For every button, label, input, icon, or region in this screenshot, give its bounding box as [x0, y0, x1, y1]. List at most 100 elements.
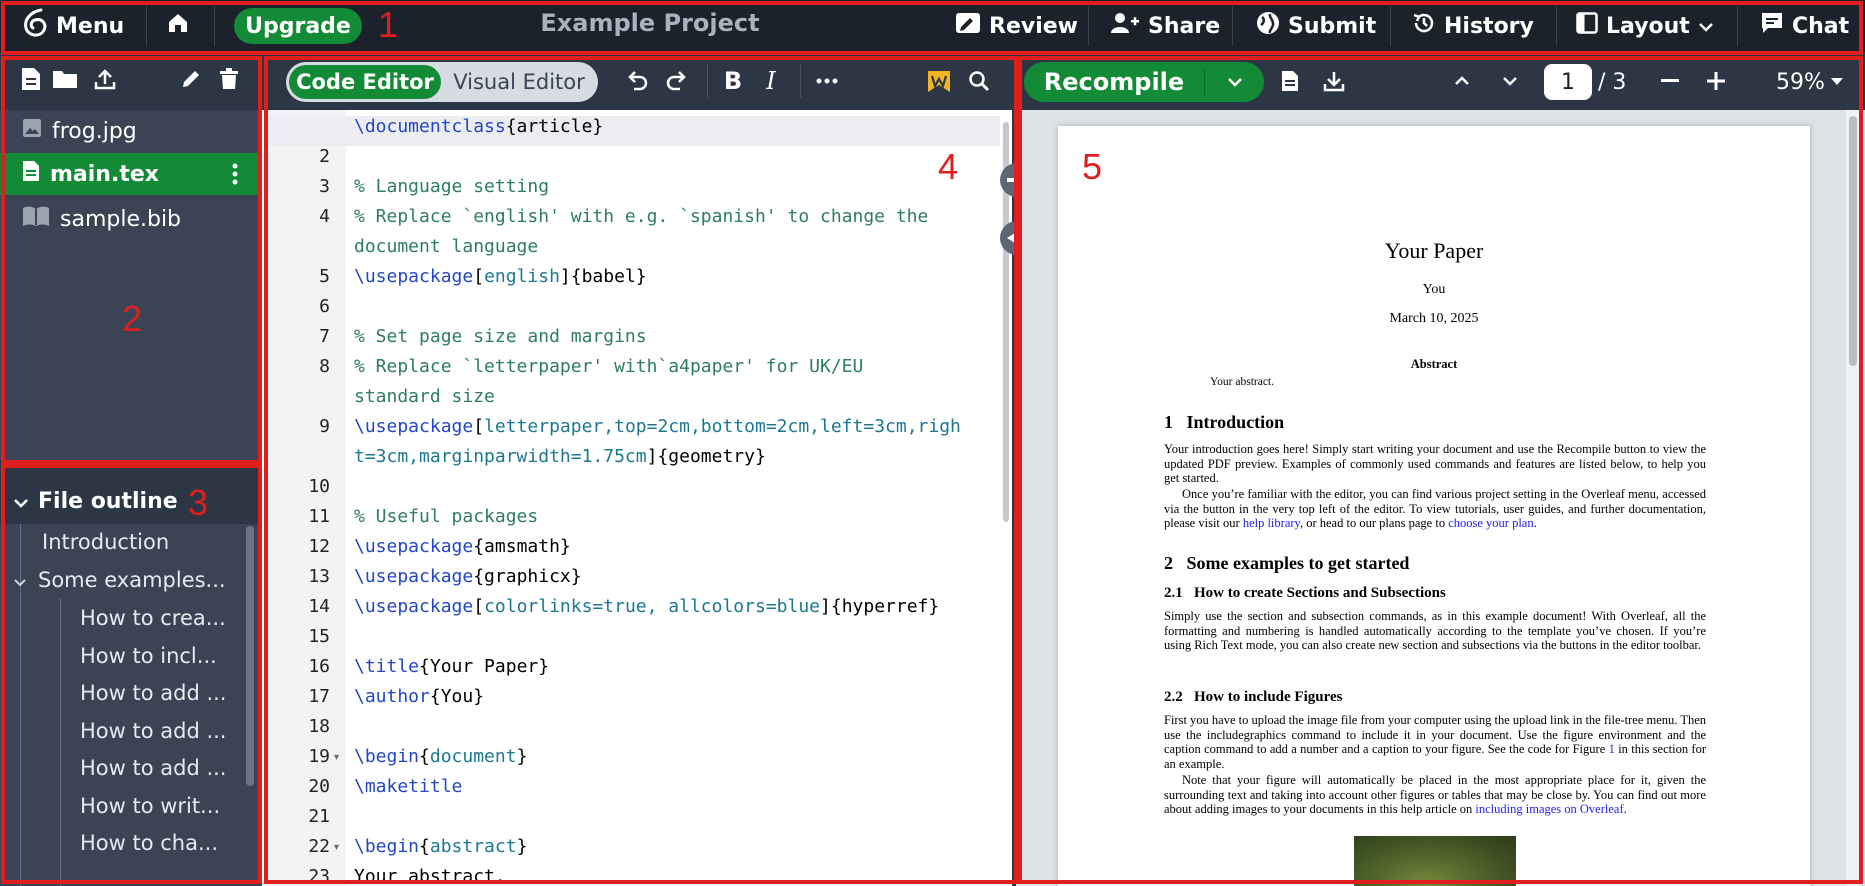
outline-scrollbar[interactable]: [246, 526, 254, 786]
code-token: {Your Paper}: [419, 656, 550, 677]
code-line[interactable]: Your abstract.: [354, 866, 506, 886]
code-token: \documentclass: [354, 116, 506, 137]
choose-plan-link[interactable]: choose your plan: [1448, 516, 1533, 530]
visual-editor-tab[interactable]: Visual Editor: [444, 65, 594, 99]
review-button[interactable]: Review: [955, 0, 1078, 52]
rename-icon[interactable]: [178, 66, 204, 92]
code-line[interactable]: standard size: [354, 386, 495, 407]
fold-toggle-icon[interactable]: ▾: [334, 842, 339, 853]
images-help-link[interactable]: including images on Overleaf: [1475, 802, 1623, 816]
outline-item[interactable]: Introduction: [42, 530, 169, 554]
code-token: \usepackage: [354, 596, 474, 617]
code-token: \maketitle: [354, 776, 463, 797]
view-logs-icon[interactable]: [1276, 66, 1304, 96]
code-line[interactable]: t=3cm,marginparwidth=1.75cm]{geometry}: [354, 446, 766, 467]
code-line[interactable]: \begin{document}: [354, 746, 527, 767]
code-token: \title: [354, 656, 420, 677]
fold-toggle-icon[interactable]: ▾: [334, 752, 339, 763]
menu-button[interactable]: Menu: [22, 0, 124, 52]
outline-item[interactable]: Some examples...: [38, 568, 226, 592]
line-number: 4: [319, 206, 330, 227]
bold-icon[interactable]: B: [718, 66, 748, 96]
writefull-icon[interactable]: [924, 66, 954, 96]
zoom-dropdown[interactable]: 59%: [1776, 64, 1843, 100]
code-line[interactable]: \maketitle: [354, 776, 462, 797]
project-title[interactable]: Example Project: [480, 0, 820, 46]
overleaf-logo-icon: [22, 8, 48, 44]
home-button[interactable]: [166, 0, 190, 52]
file-name: main.tex: [50, 161, 159, 187]
text-run: .: [1533, 516, 1537, 530]
code-token: letterpaper,top=2cm,bottom=2cm,left=3cm,…: [484, 416, 961, 437]
outline-item[interactable]: How to cha...: [80, 831, 218, 855]
outline-item[interactable]: How to add ...: [80, 681, 226, 705]
more-horizontal-icon[interactable]: [812, 66, 842, 96]
redo-icon[interactable]: [662, 66, 692, 96]
code-line[interactable]: % Useful packages: [354, 506, 538, 527]
new-file-icon[interactable]: [18, 66, 44, 92]
upload-icon[interactable]: [92, 66, 118, 92]
outline-item[interactable]: How to incl...: [80, 644, 217, 668]
file-outline-header[interactable]: File outline: [0, 478, 262, 524]
code-line[interactable]: \begin{abstract}: [354, 836, 527, 857]
code-token: abstract: [429, 836, 517, 857]
outline-item[interactable]: How to add ...: [80, 719, 226, 743]
search-icon[interactable]: [964, 66, 994, 96]
subsection-heading: 2.1 How to create Sections and Subsectio…: [1164, 585, 1446, 601]
zoom-out-icon[interactable]: [1656, 66, 1684, 96]
chat-button[interactable]: Chat: [1760, 0, 1849, 52]
annotation-label-4: 4: [938, 146, 959, 187]
history-button[interactable]: History: [1412, 0, 1534, 52]
recompile-group: Recompile: [1024, 62, 1264, 102]
file-item-main-tex[interactable]: main.tex: [0, 153, 258, 195]
code-line[interactable]: \usepackage{amsmath}: [354, 536, 571, 557]
code-line[interactable]: % Replace `letterpaper' with`a4paper' fo…: [354, 356, 863, 377]
code-line[interactable]: \usepackage[colorlinks=true, allcolors=b…: [354, 596, 939, 617]
more-vertical-icon[interactable]: [232, 163, 238, 191]
doc-author: You: [1422, 282, 1446, 297]
line-number: 7: [319, 326, 330, 347]
undo-icon[interactable]: [622, 66, 652, 96]
code-line[interactable]: document language: [354, 236, 538, 257]
code-line[interactable]: % Language setting: [354, 176, 549, 197]
pdf-scrollbar[interactable]: [1849, 116, 1857, 366]
outline-item[interactable]: How to crea...: [80, 606, 226, 630]
submit-button[interactable]: Submit: [1256, 0, 1376, 52]
code-line[interactable]: \author{You}: [354, 686, 484, 707]
outline-item[interactable]: How to writ...: [80, 794, 220, 818]
code-line[interactable]: \title{Your Paper}: [354, 656, 549, 677]
code-editor-tab[interactable]: Code Editor: [289, 65, 441, 99]
italic-icon[interactable]: I: [756, 66, 786, 96]
code-line[interactable]: % Replace `english' with e.g. `spanish' …: [354, 206, 928, 227]
recompile-button[interactable]: Recompile: [1024, 62, 1204, 102]
page-number-input[interactable]: 1: [1544, 64, 1592, 100]
chevron-up-icon[interactable]: [1448, 66, 1476, 96]
paragraph: First you have to upload the image file …: [1164, 713, 1706, 771]
file-item-sample-bib[interactable]: sample.bib: [0, 198, 258, 240]
upgrade-button[interactable]: Upgrade: [234, 8, 362, 44]
line-number: 6: [319, 296, 330, 317]
code-line[interactable]: % Set page size and margins: [354, 326, 647, 347]
recompile-options-button[interactable]: [1206, 62, 1264, 102]
share-button[interactable]: Share: [1110, 0, 1220, 52]
download-icon[interactable]: [1320, 66, 1348, 96]
resize-handle[interactable]: [112, 464, 142, 472]
code-line[interactable]: \usepackage[english]{babel}: [354, 266, 647, 287]
code-token: \author: [354, 686, 430, 707]
layout-dropdown[interactable]: Layout: [1576, 0, 1714, 52]
help-library-link[interactable]: help library: [1243, 516, 1300, 530]
chevron-down-icon[interactable]: [14, 572, 26, 591]
line-number: 18: [308, 716, 330, 737]
chevron-down-icon[interactable]: [1496, 66, 1524, 96]
outline-item[interactable]: How to add ...: [80, 756, 226, 780]
new-folder-icon[interactable]: [52, 66, 78, 92]
file-name: sample.bib: [60, 206, 182, 232]
code-line[interactable]: \usepackage[letterpaper,top=2cm,bottom=2…: [354, 416, 961, 437]
history-icon: [1412, 11, 1436, 41]
code-area[interactable]: \documentclass{article} % Language settin…: [346, 110, 1000, 886]
code-line[interactable]: \documentclass{article}: [354, 116, 603, 137]
trash-icon[interactable]: [216, 66, 242, 92]
file-item-frog[interactable]: frog.jpg: [0, 110, 258, 152]
code-line[interactable]: \usepackage{graphicx}: [354, 566, 582, 587]
zoom-in-icon[interactable]: [1702, 66, 1730, 96]
